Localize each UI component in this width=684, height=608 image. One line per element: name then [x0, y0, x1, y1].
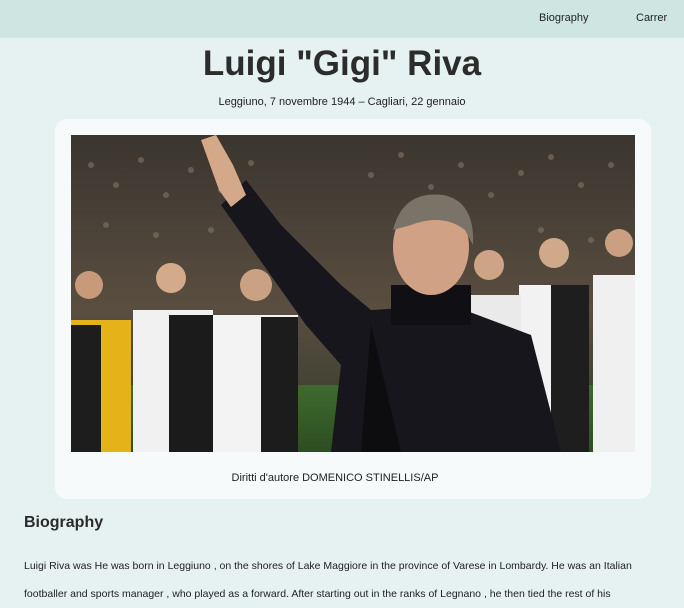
biography-paragraph: Luigi Riva was He was born in Leggiuno ,… — [24, 560, 632, 600]
section-heading-biography: Biography — [24, 514, 104, 531]
birth-death-dates: Leggiuno, 7 novembre 1944 – Cagliari, 22… — [218, 96, 466, 108]
nav-link-biography[interactable]: Biography — [539, 12, 589, 24]
photo-card: Diritti d'autore DOMENICO STINELLIS/AP — [55, 119, 651, 499]
portrait-photo — [71, 135, 635, 452]
nav-link-career[interactable]: Carrer — [636, 12, 667, 24]
photo-caption: Diritti d'autore DOMENICO STINELLIS/AP — [231, 472, 439, 484]
page-title: Luigi "Gigi" Riva — [202, 44, 482, 83]
top-nav-bar: Biography Carrer — [0, 0, 684, 38]
